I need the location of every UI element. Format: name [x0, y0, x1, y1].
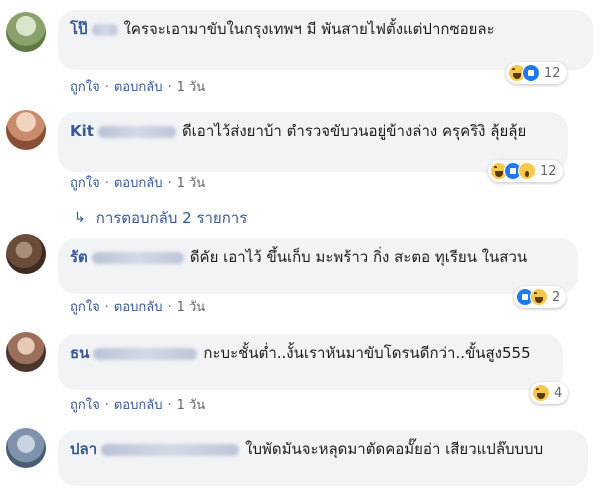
comment-actions: ถูกใจ · ตอบกลับ · 1 วัน	[70, 76, 205, 97]
view-replies-link[interactable]: ↳ การตอบกลับ 2 รายการ	[74, 206, 247, 230]
comment-bubble: ธน กะบะชั้นต่ำ..งั้นเราหันมาขับโดรนดีกว่า…	[58, 334, 563, 390]
comment-text: ใบพัดมันจะหลุดมาตัดคอมั๊ยอ่า เสียวแปล๊บบ…	[245, 440, 544, 458]
blurred-name	[91, 251, 184, 264]
replies-label: การตอบกลับ 2 รายการ	[95, 209, 248, 227]
reply-arrow-icon: ↳	[74, 210, 86, 226]
avatar[interactable]	[6, 332, 46, 372]
comment-text: ดีเอาไว้ส่งยาบ้า ตำรวจขับวนอยู่ข้างล่าง …	[181, 122, 527, 140]
separator-dot: ·	[167, 300, 172, 315]
separator-dot: ·	[104, 176, 109, 191]
avatar[interactable]	[6, 428, 46, 468]
reaction-summary[interactable]: 12	[488, 160, 563, 182]
comment-author[interactable]: รัต	[70, 248, 88, 266]
blurred-name	[101, 443, 240, 456]
comment-author[interactable]: โป๊	[70, 20, 88, 38]
timestamp[interactable]: 1 วัน	[177, 80, 206, 95]
separator-dot: ·	[104, 300, 109, 315]
reply-link[interactable]: ตอบกลับ	[114, 300, 163, 315]
avatar[interactable]	[6, 234, 46, 274]
separator-dot: ·	[167, 176, 172, 191]
separator-dot: ·	[104, 80, 109, 95]
avatar[interactable]	[6, 110, 46, 150]
comment-actions: ถูกใจ · ตอบกลับ · 1 วัน	[70, 172, 205, 193]
haha-icon	[532, 384, 550, 402]
comment-actions: ถูกใจ · ตอบกลับ · 1 วัน	[70, 296, 205, 317]
reaction-count: 2	[552, 289, 561, 305]
blurred-name	[93, 347, 198, 360]
timestamp[interactable]: 1 วัน	[177, 300, 206, 315]
comment-author[interactable]: Kit	[70, 122, 94, 140]
reaction-summary[interactable]: 12	[506, 62, 567, 84]
blurred-name	[91, 23, 118, 36]
reaction-count: 4	[554, 385, 563, 401]
haha-icon	[530, 288, 548, 306]
like-link[interactable]: ถูกใจ	[70, 300, 100, 315]
comment-actions: ถูกใจ · ตอบกลับ · 1 วัน	[70, 394, 205, 415]
separator-dot: ·	[104, 398, 109, 413]
like-link[interactable]: ถูกใจ	[70, 176, 100, 191]
comment-text: ใครจะเอามาขับในกรุงเทพฯ มี พันสายไฟตั้งแ…	[123, 20, 495, 38]
reaction-count: 12	[540, 163, 557, 179]
separator-dot: ·	[167, 80, 172, 95]
comment-bubble: ปลา ใบพัดมันจะหลุดมาตัดคอมั๊ยอ่า เสียวแปล…	[58, 430, 588, 486]
reply-link[interactable]: ตอบกลับ	[114, 176, 163, 191]
comment-bubble: โป๊ ใครจะเอามาขับในกรุงเทพฯ มี พันสายไฟตั…	[58, 10, 593, 70]
comment-author[interactable]: ธน	[70, 344, 89, 362]
like-link[interactable]: ถูกใจ	[70, 398, 100, 413]
comment-author[interactable]: ปลา	[70, 440, 97, 458]
reply-link[interactable]: ตอบกลับ	[114, 80, 163, 95]
blurred-name	[97, 125, 176, 138]
comment-thread: โป๊ ใครจะเอามาขับในกรุงเทพฯ มี พันสายไฟตั…	[0, 0, 616, 488]
wow-icon	[518, 162, 536, 180]
separator-dot: ·	[167, 398, 172, 413]
timestamp[interactable]: 1 วัน	[177, 398, 206, 413]
reaction-summary[interactable]: 4	[530, 382, 569, 404]
reaction-count: 12	[544, 65, 561, 81]
avatar[interactable]	[6, 12, 46, 52]
comment-bubble: รัต ดีคัย เอาไว้ ขึ้นเก็บ มะพร้าว กิ่ง สะ…	[58, 238, 578, 294]
like-link[interactable]: ถูกใจ	[70, 80, 100, 95]
reply-link[interactable]: ตอบกลับ	[114, 398, 163, 413]
reaction-summary[interactable]: 2	[514, 286, 567, 308]
like-icon	[522, 64, 540, 82]
comment-text: กะบะชั้นต่ำ..งั้นเราหันมาขับโดรนดีกว่า..…	[203, 344, 531, 362]
comment-text: ดีคัย เอาไว้ ขึ้นเก็บ มะพร้าว กิ่ง สะตอ …	[189, 248, 528, 266]
timestamp[interactable]: 1 วัน	[177, 176, 206, 191]
